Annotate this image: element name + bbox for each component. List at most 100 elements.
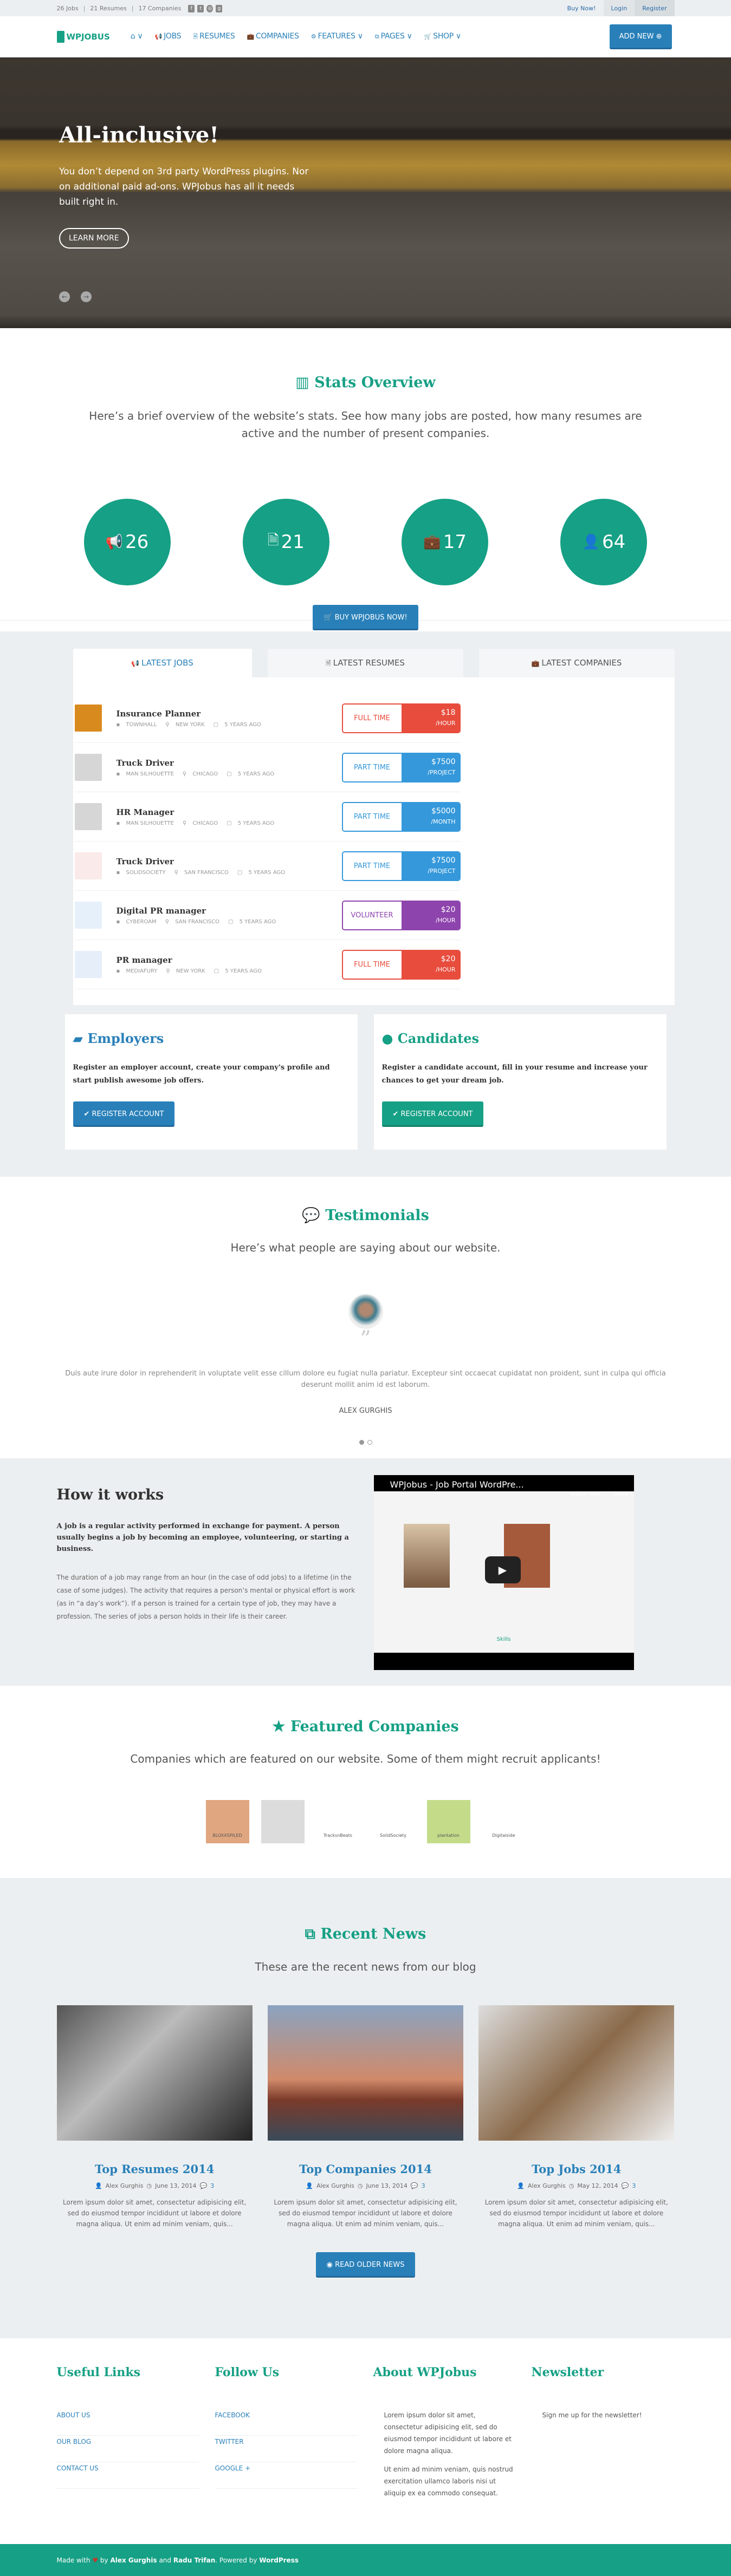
- news-image[interactable]: [56, 2005, 253, 2141]
- news-title[interactable]: Top Jobs 2014: [478, 2162, 674, 2176]
- author-link[interactable]: Radu Trifan: [173, 2557, 215, 2564]
- briefcase-icon: ▪: [116, 820, 122, 826]
- news-section: ⧉ Recent News These are the recent news …: [0, 1878, 731, 2338]
- nav-item[interactable]: 💼 COMPANIES: [247, 32, 299, 42]
- watch-later-button[interactable]: Watch later: [570, 1491, 601, 1497]
- candidates-text: Register a candidate account, fill in yo…: [381, 1064, 648, 1085]
- tab-latest-jobs[interactable]: 📢 LATEST JOBS: [73, 649, 252, 677]
- company-logo: [74, 902, 102, 929]
- featured-company-logo[interactable]: SolidSociety: [371, 1800, 415, 1843]
- tab-latest-resumes[interactable]: 🗎 LATEST RESUMES: [267, 649, 463, 677]
- register-link[interactable]: Register: [635, 0, 675, 16]
- useful-links-title: Useful Links: [56, 2365, 141, 2379]
- bottom-bar: Made with ♥ by Alex Gurghis and Radu Tri…: [0, 2544, 731, 2576]
- employers-text: Register an employer account, create you…: [73, 1064, 330, 1085]
- wordpress-link[interactable]: WordPress: [259, 2557, 299, 2564]
- job-row[interactable]: Truck Driver ▪ SOLIDSOCIETY ⚲ SAN FRANCIS…: [74, 842, 461, 891]
- learn-more-button[interactable]: LEARN MORE: [59, 228, 129, 249]
- map-pin-icon: ⚲: [165, 721, 171, 728]
- nav-item[interactable]: 📢 JOBS: [154, 32, 181, 42]
- job-title[interactable]: PR manager: [117, 955, 342, 965]
- job-title[interactable]: HR Manager: [117, 807, 342, 817]
- read-older-news-button[interactable]: ◉ READ OLDER NEWS: [315, 2252, 416, 2278]
- logo-text: WPJOBUS: [66, 32, 110, 42]
- company-name: ▪ CYBEROAM: [116, 918, 157, 925]
- featured-company-logo[interactable]: TracksnBeats: [316, 1800, 360, 1843]
- job-badge: PART TIME $7500/PROJECT: [341, 752, 461, 782]
- main-nav: WPJOBUS ⌂ ∨ 📢 JOBS 🗎 RESUMES 💼 COMPANIES ⚙ F…: [0, 16, 731, 57]
- footer-link[interactable]: ABOUT US: [56, 2409, 199, 2436]
- featured-company-logo[interactable]: BLOXXSPILED: [205, 1800, 249, 1843]
- cart-icon: 🛒: [324, 614, 335, 622]
- featured-company-logo[interactable]: [261, 1800, 305, 1843]
- slider-dot[interactable]: [359, 1440, 364, 1445]
- resumes-count: 21 Resumes: [90, 4, 127, 12]
- job-title[interactable]: Insurance Planner: [117, 709, 342, 719]
- twitter-icon[interactable]: t: [197, 4, 204, 12]
- featured-company-logo[interactable]: plantation: [426, 1800, 470, 1843]
- slider-dot[interactable]: [367, 1440, 372, 1445]
- login-link[interactable]: Login: [603, 0, 635, 16]
- nav-item[interactable]: 🛒 SHOP ∨: [424, 32, 462, 42]
- stat-circle: 💼 17: [402, 499, 489, 585]
- video-title[interactable]: WPJobus - Job Portal WordPre...: [390, 1479, 524, 1490]
- dribbble-icon[interactable]: ◎: [206, 4, 214, 12]
- job-title[interactable]: Digital PR manager: [117, 906, 342, 916]
- buy-wpjobus-button[interactable]: 🛒 BUY WPJOBUS NOW!: [313, 605, 418, 630]
- job-price-unit: /HOUR: [436, 720, 456, 727]
- news-post: Top Companies 2014 👤 Alex Gurghis ◷ June 13…: [267, 2005, 464, 2229]
- tab-latest-companies[interactable]: 💼 LATEST COMPANIES: [478, 649, 675, 677]
- avatar: [348, 1294, 383, 1329]
- news-title[interactable]: Top Companies 2014: [268, 2162, 463, 2176]
- nav-item[interactable]: ⧉ PAGES ∨: [375, 32, 412, 42]
- logo[interactable]: WPJOBUS: [56, 31, 110, 43]
- featured-company-logo[interactable]: Digitalside: [482, 1800, 526, 1843]
- job-title[interactable]: Truck Driver: [117, 857, 342, 866]
- footer-link[interactable]: CONTACT US: [56, 2462, 199, 2489]
- job-price-unit: /MONTH: [431, 818, 456, 825]
- google-plus-icon[interactable]: g: [216, 4, 223, 12]
- news-image[interactable]: [267, 2005, 464, 2141]
- job-row[interactable]: PR manager ▪ MEDIAFURY ⚲ NEW YORK ▢ 5 YEAR…: [74, 940, 461, 989]
- share-button[interactable]: Share: [613, 1491, 629, 1497]
- arrow-left-icon[interactable]: ←: [59, 291, 70, 302]
- job-row[interactable]: Digital PR manager ▪ CYBEROAM ⚲ SAN FRANC…: [74, 891, 461, 940]
- register-candidate-button[interactable]: ✔ REGISTER ACCOUNT: [381, 1101, 484, 1127]
- video-skills: Skills: [496, 1636, 511, 1642]
- quote-icon: ”: [360, 1327, 371, 1352]
- news-image[interactable]: [478, 2005, 675, 2141]
- arrow-right-icon[interactable]: →: [81, 291, 92, 302]
- job-row[interactable]: Insurance Planner ▪ TOWNHALL ⚲ NEW YORK ▢ …: [74, 694, 461, 743]
- eye-icon: ◉: [326, 2261, 335, 2269]
- featured-section: ★ Featured Companies Companies which are…: [0, 1686, 731, 1878]
- news-title: ⧉ Recent News: [305, 1926, 426, 1942]
- nav-item[interactable]: ⌂ ∨: [131, 32, 143, 42]
- job-title[interactable]: Truck Driver: [117, 758, 342, 768]
- buy-now-link[interactable]: Buy Now!: [560, 0, 604, 16]
- briefcase-icon: ▪: [116, 968, 122, 974]
- footer-link[interactable]: FACEBOOK: [215, 2409, 357, 2436]
- register-employer-button[interactable]: ✔ REGISTER ACCOUNT: [73, 1101, 175, 1127]
- add-new-button[interactable]: ADD NEW ⊕: [609, 24, 672, 49]
- how-text: The duration of a job may range from an …: [56, 1574, 355, 1620]
- footer-link[interactable]: GOOGLE +: [215, 2462, 357, 2489]
- news-title[interactable]: Top Resumes 2014: [57, 2162, 253, 2176]
- job-location: ⚲ SAN FRANCISCO: [174, 869, 229, 876]
- job-location: ⚲ CHICAGO: [182, 771, 218, 777]
- job-row[interactable]: Truck Driver ▪ MAN SILHOUETTE ⚲ CHICAGO ▢ …: [74, 743, 461, 792]
- job-type: FULL TIME: [342, 950, 402, 979]
- nav-item[interactable]: ⚙ FEATURES ∨: [311, 32, 363, 42]
- job-row[interactable]: HR Manager ▪ MAN SILHOUETTE ⚲ CHICAGO ▢ 5 …: [74, 792, 461, 842]
- bar-chart-icon: ▥: [295, 374, 315, 391]
- footer-link[interactable]: TWITTER: [215, 2436, 357, 2462]
- footer-link[interactable]: OUR BLOG: [56, 2436, 199, 2462]
- facebook-icon[interactable]: f: [188, 4, 195, 12]
- job-type: FULL TIME: [342, 704, 402, 732]
- play-icon[interactable]: ▶: [484, 1556, 521, 1583]
- comment-icon: 💬: [621, 2182, 629, 2189]
- author-link[interactable]: Alex Gurghis: [110, 2557, 157, 2564]
- nav-item[interactable]: 🗎 RESUMES: [193, 32, 235, 42]
- video-player[interactable]: Skills WPJobus - Job Portal WordPre... W…: [373, 1475, 634, 1670]
- jobs-list: Insurance Planner ▪ TOWNHALL ⚲ NEW YORK ▢ …: [73, 677, 675, 1005]
- job-price: $20: [441, 955, 456, 963]
